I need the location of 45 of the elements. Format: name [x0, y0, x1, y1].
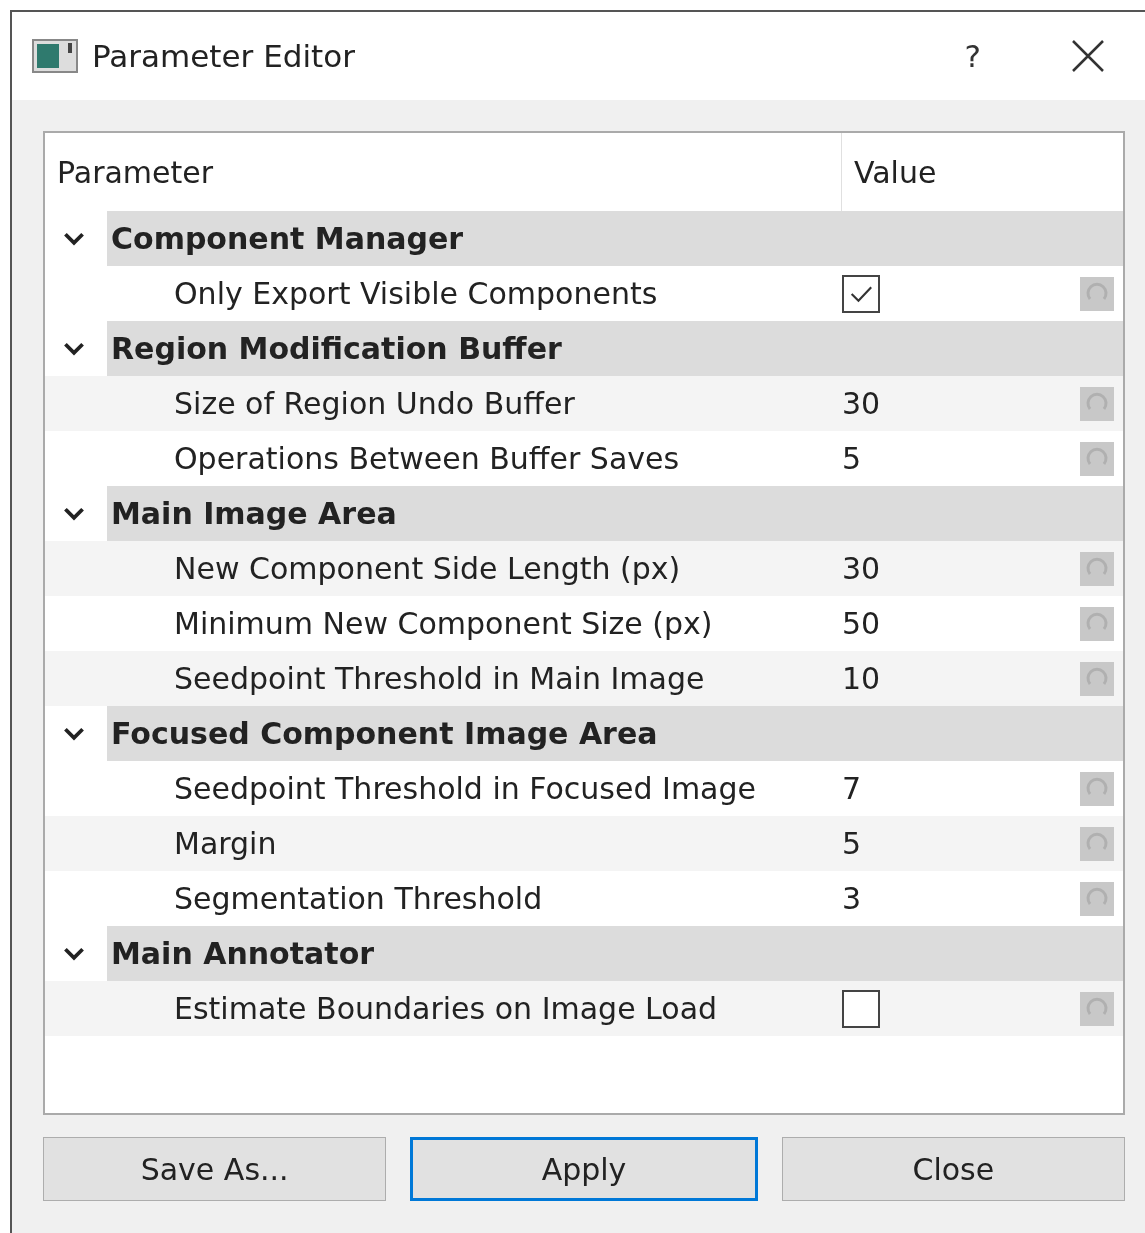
reset-icon[interactable] — [1080, 991, 1114, 1026]
checkbox[interactable] — [842, 989, 880, 1028]
close-icon[interactable] — [1071, 39, 1105, 73]
parameter-name: Minimum New Component Size (px) — [173, 606, 714, 641]
value-field[interactable]: 5 — [842, 826, 862, 861]
chevron-icon[interactable] — [63, 341, 85, 356]
dialog-button[interactable]: Close — [781, 1137, 1125, 1201]
help-button[interactable]: ? — [964, 38, 981, 74]
chevron-icon[interactable] — [63, 946, 85, 961]
parameter-name: Only Export Visible Components — [173, 276, 659, 311]
reset-icon[interactable] — [1080, 386, 1114, 421]
reset-icon[interactable] — [1080, 551, 1114, 586]
dialog-button[interactable]: Apply — [410, 1137, 758, 1201]
column-header[interactable]: Value — [842, 154, 937, 190]
reset-icon[interactable] — [1080, 441, 1114, 476]
value-field[interactable]: 10 — [842, 661, 881, 696]
parameter-name: Seedpoint Threshold in Focused Image — [173, 771, 757, 806]
reset-icon[interactable] — [1080, 771, 1114, 806]
value-field[interactable]: 30 — [842, 386, 881, 421]
checkbox[interactable] — [842, 274, 880, 313]
reset-icon[interactable] — [1080, 826, 1114, 861]
parameter-name: Seedpoint Threshold in Main Image — [173, 661, 706, 696]
reset-icon[interactable] — [1080, 661, 1114, 696]
group-header[interactable]: Main Annotator — [111, 936, 375, 971]
reset-icon[interactable] — [1080, 881, 1114, 916]
group-header[interactable]: Main Image Area — [111, 496, 397, 531]
value-field[interactable]: 50 — [842, 606, 881, 641]
parameter-name: Estimate Boundaries on Image Load — [173, 991, 719, 1026]
value-field[interactable]: 5 — [842, 441, 862, 476]
parameter-name: New Component Side Length (px) — [173, 551, 682, 586]
parameter-name: Size of Region Undo Buffer — [173, 386, 576, 421]
value-field[interactable]: 7 — [842, 771, 862, 806]
parameter-name: Margin — [173, 826, 278, 861]
window-title: Parameter Editor — [92, 38, 355, 74]
value-field[interactable]: 3 — [842, 881, 862, 916]
parameter-name: Operations Between Buffer Saves — [173, 441, 681, 476]
chevron-icon[interactable] — [63, 231, 85, 246]
parameter-name: Segmentation Threshold — [173, 881, 544, 916]
value-field[interactable]: 30 — [842, 551, 881, 586]
app-icon — [32, 39, 78, 73]
chevron-icon[interactable] — [63, 506, 85, 521]
reset-icon[interactable] — [1080, 606, 1114, 641]
dialog-button[interactable]: Save As... — [43, 1137, 387, 1201]
chevron-icon[interactable] — [63, 726, 85, 741]
reset-icon[interactable] — [1080, 276, 1114, 311]
